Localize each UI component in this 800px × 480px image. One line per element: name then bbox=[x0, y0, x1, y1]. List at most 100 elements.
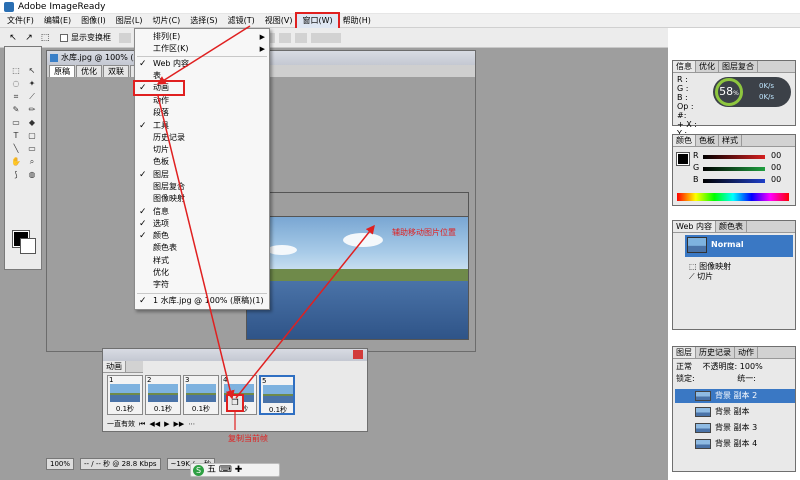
menu-item-color[interactable]: ✓ 颜色 bbox=[135, 230, 269, 242]
color-fg-swatch[interactable] bbox=[676, 152, 690, 166]
animation-frame-selected[interactable]: 5 0.1秒 bbox=[259, 375, 295, 415]
menu-item-paragraph[interactable]: 段落 bbox=[135, 107, 269, 119]
distribute-icon-5[interactable] bbox=[279, 32, 291, 43]
network-gauge-widget[interactable]: 58% 0K/s 0K/s bbox=[713, 77, 791, 107]
menu-item-arrange[interactable]: 排列(E) ▶ bbox=[135, 31, 269, 43]
layer-row[interactable]: 背景 副本 4 bbox=[675, 437, 795, 451]
menu-edit[interactable]: 编辑(E) bbox=[39, 14, 76, 28]
animation-frame[interactable]: 1 0.1秒 bbox=[107, 375, 143, 415]
hotspot-tool-icon[interactable]: ◍ bbox=[25, 169, 39, 180]
type-tool-icon[interactable]: T bbox=[9, 130, 23, 141]
eyedropper-icon[interactable]: ⟆ bbox=[9, 169, 23, 180]
menu-item-layers[interactable]: ✓ 图层 bbox=[135, 169, 269, 181]
menu-item-open-document[interactable]: ✓ 1 水库.jpg @ 100% (原稿)(1) bbox=[135, 295, 269, 307]
menu-window[interactable]: 窗口(W) bbox=[295, 11, 340, 30]
tab-2up[interactable]: 双联 bbox=[103, 65, 129, 77]
tab-swatches[interactable]: 色板 bbox=[696, 135, 719, 146]
eraser-tool-icon[interactable]: ▭ bbox=[9, 117, 23, 128]
slice-tool-icon[interactable]: ⟋ bbox=[25, 91, 39, 102]
menu-item-workspace[interactable]: 工作区(K) ▶ bbox=[135, 43, 269, 55]
menu-item-tools[interactable]: ✓ 工具 bbox=[135, 120, 269, 132]
magic-wand-icon[interactable]: ✦ bbox=[25, 78, 39, 89]
menu-item-info[interactable]: ✓ 信息 bbox=[135, 206, 269, 218]
line-tool-icon[interactable]: ╲ bbox=[9, 143, 23, 154]
animation-frame[interactable]: 3 0.1秒 bbox=[183, 375, 219, 415]
menu-layer[interactable]: 图层(L) bbox=[111, 14, 148, 28]
layer-row[interactable]: 背景 副本 bbox=[675, 405, 795, 419]
hand-tool-icon[interactable]: ✋ bbox=[9, 156, 23, 167]
close-icon[interactable] bbox=[353, 350, 363, 359]
loop-select[interactable]: 一直有效 bbox=[107, 419, 135, 429]
slider-b[interactable]: B 00 bbox=[693, 175, 793, 187]
tab-original[interactable]: 原稿 bbox=[49, 65, 75, 77]
web-item-slices[interactable]: ⟋ 切片 bbox=[689, 271, 713, 282]
duplicate-frame-icon[interactable]: ❐ bbox=[226, 394, 244, 412]
prev-frame-icon[interactable]: ◀◀ bbox=[149, 420, 160, 428]
tab-optimized[interactable]: 优化 bbox=[76, 65, 102, 77]
ime-toolbar[interactable]: S 五 ⌨ ✚ bbox=[190, 463, 280, 477]
menu-item-swatches[interactable]: 色板 bbox=[135, 156, 269, 168]
animation-frame[interactable]: 2 0.1秒 bbox=[145, 375, 181, 415]
blend-mode-select[interactable]: 正常 bbox=[676, 362, 692, 371]
reservoir-photo[interactable] bbox=[246, 192, 469, 340]
menu-item-slices[interactable]: 切片 bbox=[135, 144, 269, 156]
marquee-tool-icon[interactable]: ⬚ bbox=[9, 65, 23, 76]
next-frame-icon[interactable]: ▶▶ bbox=[173, 420, 184, 428]
menu-item-layer-comps[interactable]: 图层复合 bbox=[135, 181, 269, 193]
background-color-swatch[interactable] bbox=[20, 238, 36, 254]
distribute-icon-6[interactable] bbox=[295, 32, 307, 43]
menu-item-history[interactable]: 历史记录 bbox=[135, 132, 269, 144]
menu-item-styles[interactable]: 样式 bbox=[135, 255, 269, 267]
menu-help[interactable]: 帮助(H) bbox=[338, 14, 376, 28]
tab-animation[interactable]: 动画 bbox=[103, 361, 126, 372]
align-icon-1[interactable] bbox=[119, 32, 131, 43]
tab-color[interactable]: 颜色 bbox=[673, 135, 696, 146]
select-tool-icon[interactable]: ⬚ bbox=[38, 31, 52, 45]
play-icon[interactable]: ▶ bbox=[164, 420, 169, 428]
menu-select[interactable]: 选择(S) bbox=[185, 14, 222, 28]
color-spectrum[interactable] bbox=[677, 193, 789, 201]
tab-layer-comps[interactable]: 图层复合 bbox=[719, 61, 758, 72]
tab-history[interactable]: 历史记录 bbox=[696, 347, 735, 358]
menu-image[interactable]: 图像(I) bbox=[76, 14, 111, 28]
menu-item-options[interactable]: ✓ 选项 bbox=[135, 218, 269, 230]
menu-view[interactable]: 视图(V) bbox=[260, 14, 298, 28]
menu-item-color-table[interactable]: 颜色表 bbox=[135, 242, 269, 254]
pencil-tool-icon[interactable]: ✏ bbox=[25, 104, 39, 115]
tab-web-content[interactable]: Web 内容 bbox=[673, 221, 716, 232]
menu-item-image-map[interactable]: 图像映射 bbox=[135, 193, 269, 205]
menu-slice[interactable]: 切片(C) bbox=[147, 14, 185, 28]
lasso-tool-icon[interactable]: ◌ bbox=[9, 78, 23, 89]
menu-item-actions[interactable]: 动作 bbox=[135, 95, 269, 107]
menu-filter[interactable]: 滤镜(T) bbox=[223, 14, 260, 28]
move-tool-icon[interactable]: ↖ bbox=[6, 31, 20, 45]
first-frame-icon[interactable]: ⏮ bbox=[139, 420, 145, 429]
tab-color-table[interactable]: 颜色表 bbox=[716, 221, 747, 232]
fill-tool-icon[interactable]: ◆ bbox=[25, 117, 39, 128]
menu-item-web-content[interactable]: ✓ Web 内容 bbox=[135, 58, 269, 70]
slider-r[interactable]: R 00 bbox=[693, 151, 793, 163]
zoom-field[interactable]: 100% bbox=[46, 458, 75, 470]
menu-file[interactable]: 文件(F) bbox=[2, 14, 39, 28]
menu-item-character[interactable]: 字符 bbox=[135, 279, 269, 291]
crop-tool-icon[interactable]: ⌗ bbox=[9, 91, 23, 102]
tween-icon[interactable]: ⋯ bbox=[188, 420, 195, 428]
tab-layers[interactable]: 图层 bbox=[673, 347, 696, 358]
opacity-value[interactable]: 100% bbox=[740, 362, 763, 371]
menu-item-table[interactable]: 表 bbox=[135, 70, 269, 82]
rect-tool-icon[interactable]: ▢ bbox=[25, 130, 39, 141]
menu-item-animation[interactable]: ✓ 动画 bbox=[133, 80, 185, 96]
layer-row[interactable]: 背景 副本 3 bbox=[675, 421, 795, 435]
shape-tool-icon[interactable]: ▭ bbox=[25, 143, 39, 154]
menu-item-optimize[interactable]: 优化 bbox=[135, 267, 269, 279]
tab-actions[interactable]: 动作 bbox=[735, 347, 758, 358]
tab-optimize[interactable]: 优化 bbox=[696, 61, 719, 72]
move-tool-variant-icon[interactable]: ↗ bbox=[22, 31, 36, 45]
brush-tool-icon[interactable]: ✎ bbox=[9, 104, 23, 115]
options-field[interactable] bbox=[311, 32, 341, 43]
tab-styles[interactable]: 样式 bbox=[719, 135, 742, 146]
slider-g[interactable]: G 00 bbox=[693, 163, 793, 175]
download-time-field[interactable]: -- / -- 秒 @ 28.8 Kbps bbox=[80, 458, 161, 470]
show-transform-checkbox[interactable] bbox=[60, 33, 68, 42]
tab-info[interactable]: 信息 bbox=[673, 61, 696, 72]
